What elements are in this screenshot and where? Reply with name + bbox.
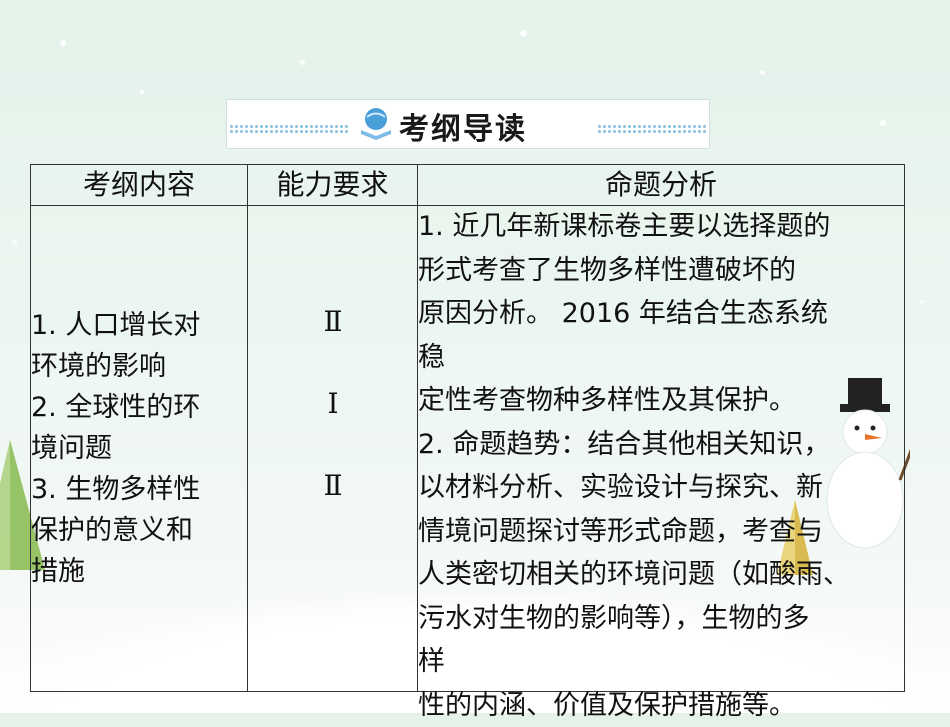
- ability-level: Ⅱ: [249, 305, 417, 338]
- column-divider: [247, 165, 248, 691]
- syllabus-table: 考纲内容 能力要求 命题分析 1. 人口增长对 环境的影响 2. 全球性的环 境…: [30, 164, 905, 692]
- analysis-line: 情境问题探讨等形式命题，考查与: [418, 510, 904, 554]
- book-globe-icon: [357, 104, 395, 142]
- snowflake: [140, 90, 144, 94]
- content-line: 环境的影响: [31, 346, 247, 387]
- ability-level: Ⅱ: [249, 469, 417, 502]
- analysis-line: 样: [418, 640, 904, 684]
- snowflake: [520, 30, 527, 37]
- analysis-line: 性的内涵、价值及保护措施等。: [418, 684, 904, 727]
- content-line: 境问题: [31, 428, 247, 469]
- snowflake: [920, 300, 924, 304]
- snowflake: [300, 60, 305, 65]
- header-syllabus-content: 考纲内容: [31, 165, 247, 205]
- content-line: 3. 生物多样性: [31, 469, 247, 510]
- analysis-line: 人类密切相关的环境问题（如酸雨、: [418, 553, 904, 597]
- ability-level: Ⅰ: [249, 387, 417, 420]
- analysis-line: 定性考查物种多样性及其保护。: [418, 379, 904, 423]
- analysis-line: 以材料分析、实验设计与探究、新: [418, 466, 904, 510]
- header-question-analysis: 命题分析: [418, 165, 904, 205]
- analysis-line: 原因分析。 2016 年结合生态系统: [418, 292, 904, 336]
- question-analysis-cell: 1. 近几年新课标卷主要以选择题的 形式考查了生物多样性遭破坏的 原因分析。 2…: [418, 205, 904, 727]
- content-line: 保护的意义和: [31, 510, 247, 551]
- analysis-line: 污水对生物的影响等），生物的多: [418, 597, 904, 641]
- content-line: 1. 人口增长对: [31, 305, 247, 346]
- dot-pattern-left: [229, 124, 349, 134]
- dot-pattern-right: [597, 124, 707, 134]
- banner-title: 考纲导读: [399, 104, 527, 148]
- header-ability-requirement: 能力要求: [248, 165, 417, 205]
- content-line: 2. 全球性的环: [31, 387, 247, 428]
- snowflake: [60, 40, 66, 46]
- content-line: 措施: [31, 551, 247, 592]
- analysis-line: 1. 近几年新课标卷主要以选择题的: [418, 205, 904, 249]
- snowflake: [760, 70, 765, 75]
- syllabus-content-cell: 1. 人口增长对 环境的影响 2. 全球性的环 境问题 3. 生物多样性 保护的…: [31, 305, 247, 592]
- analysis-line: 形式考查了生物多样性遭破坏的: [418, 249, 904, 293]
- analysis-line: 稳: [418, 336, 904, 380]
- snowflake: [12, 240, 17, 245]
- snowflake: [880, 120, 886, 126]
- analysis-line: 2. 命题趋势：结合其他相关知识，: [418, 423, 904, 467]
- section-banner: 考纲导读: [226, 99, 710, 149]
